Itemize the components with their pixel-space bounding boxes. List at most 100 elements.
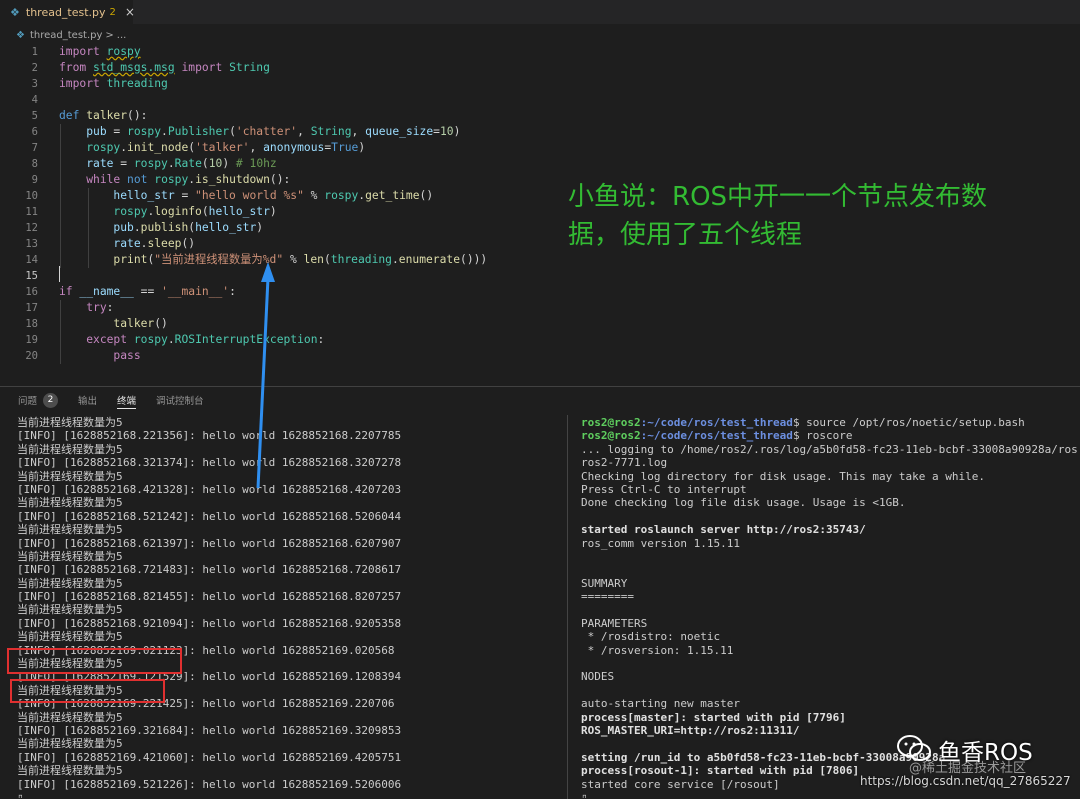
line-number: 9 — [31, 174, 38, 186]
terminal-line: 当前进程线程数量为5 — [17, 549, 123, 563]
terminal-line: Press Ctrl-C to interrupt — [581, 482, 747, 496]
terminal-line: 当前进程线程数量为5 — [17, 576, 123, 590]
code-line: talker() — [113, 317, 168, 330]
tab-label: 终端 — [117, 396, 137, 407]
terminal-line: process[master]: started with pid [7796] — [581, 710, 846, 724]
breadcrumb: ❖ thread_test.py > ... — [0, 27, 126, 43]
terminal-line: ... logging to /home/ros2/.ros/log/a5b0f… — [581, 442, 1078, 456]
editor-tab-bar: ❖ thread_test.py 2 × — [0, 0, 1080, 24]
code-line: print("当前进程线程数量为%d" % len(threading.enum… — [113, 253, 488, 266]
code-line: rospy.init_node('talker', anonymous=True… — [86, 141, 366, 154]
terminal-line: ros2-7771.log — [581, 456, 668, 470]
terminal-line: [INFO] [1628852168.421328]: hello world … — [17, 482, 402, 496]
terminal-left[interactable]: 当前进程线程数量为5 [INFO] [1628852168.221356]: he… — [17, 416, 557, 798]
terminal-right[interactable]: ros2@ros2:~/code/ros/test_thread$ source… — [581, 416, 1080, 798]
terminal-line: 当前进程线程数量为5 — [17, 630, 123, 644]
tab-thread-test[interactable]: ❖ thread_test.py 2 × — [0, 0, 135, 24]
breadcrumb-more[interactable]: ... — [117, 30, 127, 41]
terminal-line: * /rosdistro: noetic — [581, 630, 721, 644]
line-number: 13 — [25, 238, 38, 250]
tab-output[interactable]: 输出 — [78, 387, 97, 413]
terminal-line: [INFO] [1628852168.221356]: hello world … — [17, 429, 402, 443]
line-number: 17 — [25, 302, 38, 314]
terminal-line: ros2@ros2:~/code/ros/test_thread$ source… — [581, 416, 1025, 429]
terminal-line: ▯ — [581, 790, 588, 798]
annotation-text: 小鱼说：ROS中开一一个节点发布数据，使用了五个线程 — [568, 182, 988, 250]
code-line: rate = rospy.Rate(10) # 10hz — [86, 157, 277, 170]
breadcrumb-file[interactable]: thread_test.py — [30, 30, 102, 41]
terminal-line: ROS_MASTER_URI=http://ros2:11311/ — [581, 723, 800, 737]
terminal-line: ▯ — [17, 790, 24, 798]
terminal-line: 当前进程线程数量为5 — [17, 496, 123, 510]
code-line: if __name__ == '__main__': — [59, 285, 236, 298]
panel-tabs: 问题 2 输出 终端 调试控制台 — [0, 387, 206, 413]
terminal-line: [INFO] [1628852168.721483]: hello world … — [17, 563, 402, 577]
bottom-panel: 问题 2 输出 终端 调试控制台 当前进程线程数量为5 [INFO] [16288… — [0, 386, 1080, 799]
terminal-line: setting /run_id to a5b0fd58-fc23-11eb-bc… — [581, 750, 946, 764]
close-icon[interactable]: × — [125, 5, 135, 19]
terminal-line: process[rosout-1]: started with pid [780… — [581, 764, 860, 778]
line-number: 4 — [31, 94, 38, 106]
terminal-line: [INFO] [1628852169.021123]: hello world … — [17, 643, 395, 657]
line-number: 11 — [25, 206, 38, 218]
terminal-line: PARAMETERS — [581, 616, 648, 630]
terminal-line: started roslaunch server http://ros2:357… — [581, 523, 866, 537]
terminal-line: 当前进程线程数量为5 — [17, 710, 123, 724]
terminal-line: [INFO] [1628852168.521242]: hello world … — [17, 509, 402, 523]
code-line: hello_str = "hello world %s" % rospy.get… — [113, 189, 434, 202]
python-file-icon: ❖ — [16, 29, 25, 41]
tab-debug-console[interactable]: 调试控制台 — [156, 387, 204, 413]
tab-problems[interactable]: 问题 2 — [18, 387, 59, 413]
terminal-line: [INFO] [1628852169.521226]: hello world … — [17, 777, 402, 791]
line-number: 14 — [25, 254, 38, 266]
terminal-line: [INFO] [1628852168.321374]: hello world … — [17, 456, 402, 470]
code-line: try: — [86, 301, 114, 314]
terminal-line: NODES — [581, 670, 615, 684]
terminal-line: [INFO] [1628852169.221425]: hello world … — [17, 697, 395, 711]
terminal-line: [INFO] [1628852168.921094]: hello world … — [17, 616, 402, 630]
line-number: 1 — [31, 46, 38, 58]
problems-count-badge: 2 — [43, 392, 59, 408]
terminal-line: Done checking log file disk usage. Usage… — [581, 496, 906, 510]
line-number: 19 — [25, 334, 38, 346]
line-number: 8 — [31, 158, 38, 170]
terminal-split-divider[interactable] — [567, 415, 568, 799]
line-number: 2 — [31, 62, 38, 74]
terminal-line: 当前进程线程数量为5 — [17, 657, 123, 671]
terminal-line: [INFO] [1628852168.821455]: hello world … — [17, 590, 402, 604]
code-line: import threading — [59, 77, 168, 90]
code-line: except rospy.ROSInterruptException: — [86, 333, 325, 346]
tab-filename: thread_test.py — [25, 5, 106, 19]
line-number: 18 — [25, 318, 38, 330]
terminal-line: auto-starting new master — [581, 697, 740, 711]
terminal-line: * /rosversion: 1.15.11 — [581, 643, 734, 657]
python-file-icon: ❖ — [10, 5, 20, 19]
terminal-line: 当前进程线程数量为5 — [17, 737, 123, 751]
code-line: pub.publish(hello_str) — [113, 221, 264, 234]
terminal-line: SUMMARY — [581, 576, 628, 590]
code-line: from std_msgs.msg import String — [59, 61, 270, 74]
code-line: rospy.loginfo(hello_str) — [113, 205, 277, 218]
tab-problem-count: 2 — [109, 6, 116, 18]
terminal-line: 当前进程线程数量为5 — [17, 523, 123, 537]
line-number: 3 — [31, 78, 38, 90]
terminal-line: 当前进程线程数量为5 — [17, 416, 123, 429]
terminal-line: 当前进程线程数量为5 — [17, 603, 123, 617]
tab-label: 输出 — [78, 396, 98, 407]
line-number: 10 — [25, 190, 38, 202]
terminal-line: [INFO] [1628852168.621397]: hello world … — [17, 536, 402, 550]
terminal-line: 当前进程线程数量为5 — [17, 469, 123, 483]
code-line: pass — [113, 349, 141, 362]
code-line: pub = rospy.Publisher('chatter', String,… — [86, 125, 461, 138]
terminal-line: 当前进程线程数量为5 — [17, 442, 123, 456]
terminal-line: 当前进程线程数量为5 — [17, 683, 123, 697]
text-cursor — [59, 266, 60, 282]
terminal-line: 当前进程线程数量为5 — [17, 764, 123, 778]
line-number: 12 — [25, 222, 38, 234]
tab-terminal[interactable]: 终端 — [117, 387, 137, 413]
